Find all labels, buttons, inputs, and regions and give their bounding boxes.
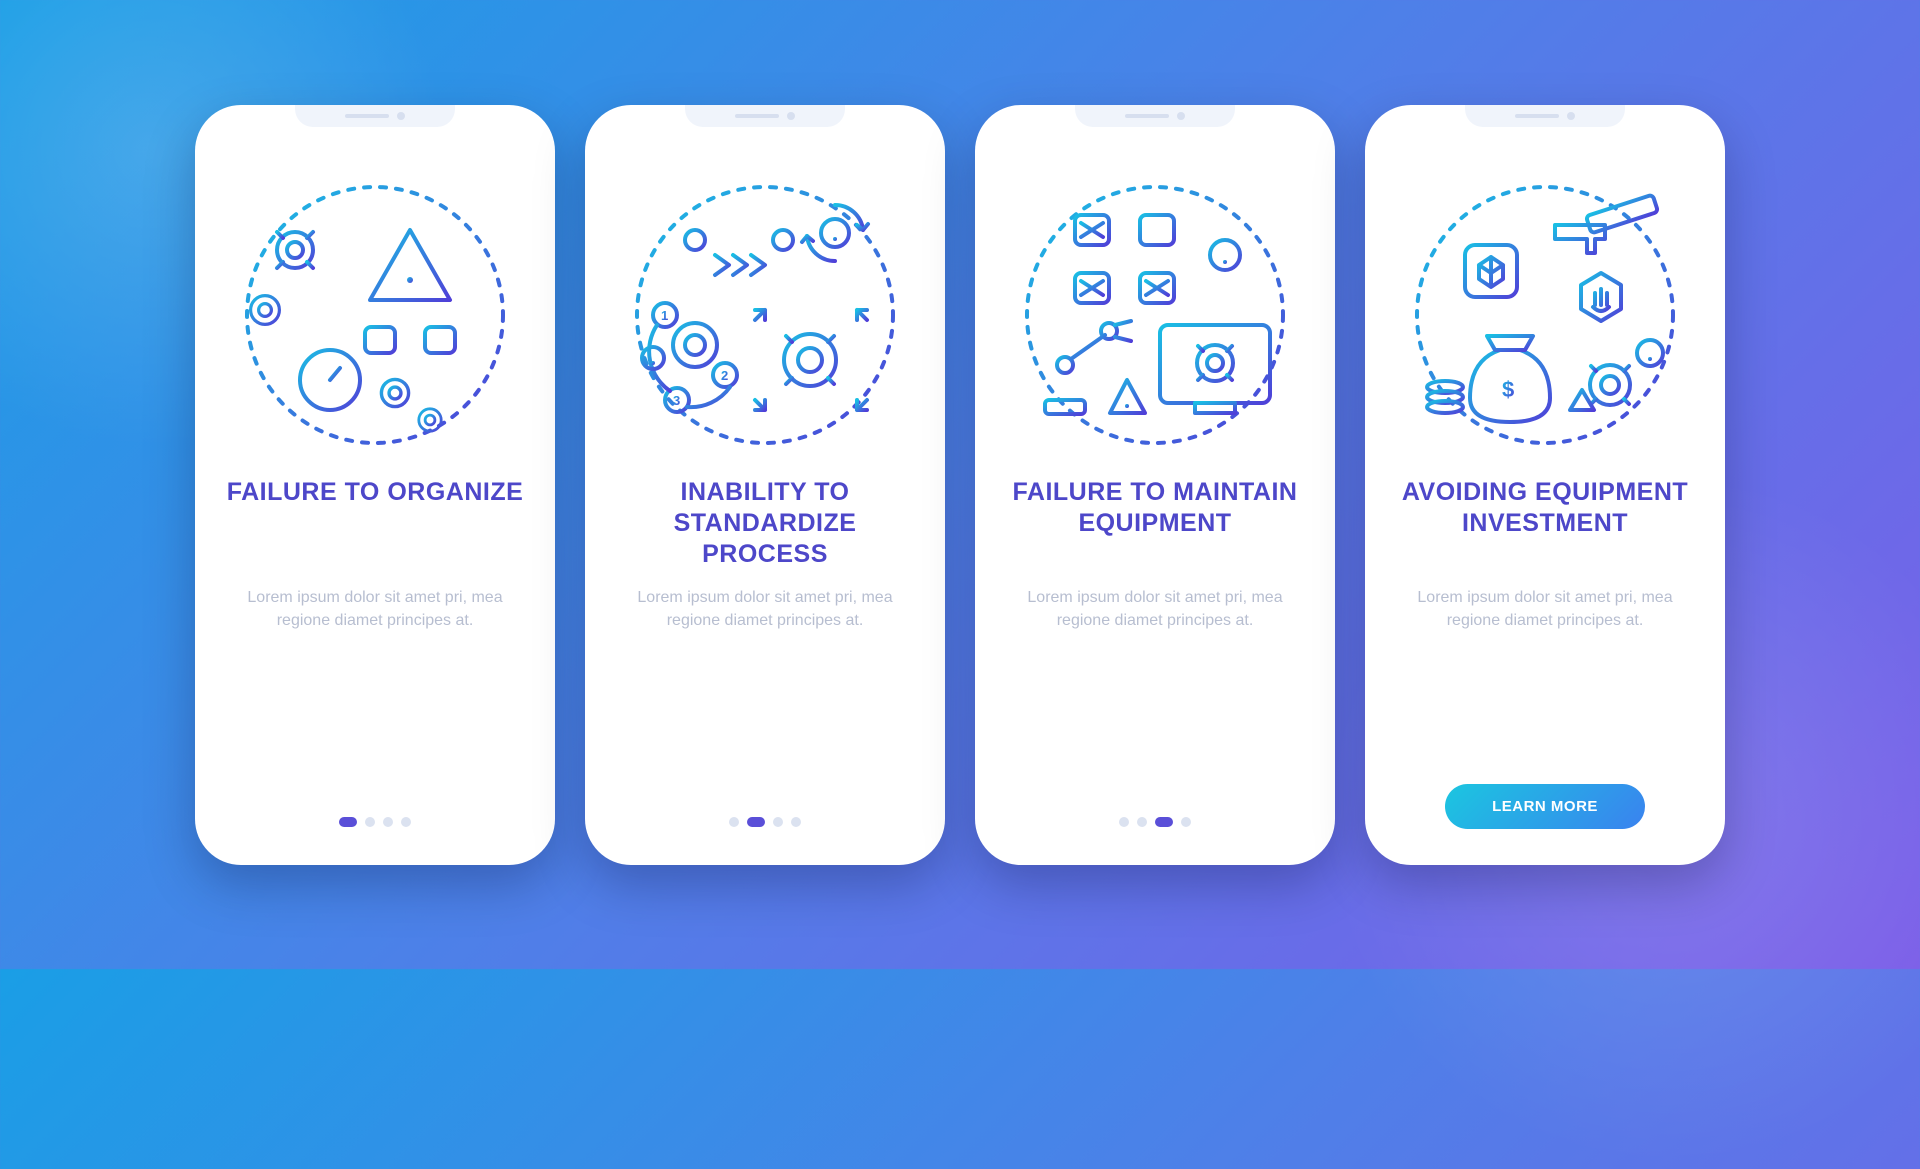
page-dot-1[interactable] — [729, 817, 739, 827]
svg-text:3: 3 — [673, 393, 680, 408]
screen-title: FAILURE TO ORGANIZE — [227, 477, 524, 572]
illustration-standardize-process: 1 2 3 — [625, 175, 905, 455]
screen-description: Lorem ipsum dolor sit amet pri, mea regi… — [1405, 586, 1685, 656]
svg-text:2: 2 — [721, 368, 728, 383]
page-dot-3[interactable] — [383, 817, 393, 827]
screen-title: FAILURE TO MAINTAIN EQUIPMENT — [1003, 477, 1307, 572]
onboarding-screen-3: FAILURE TO MAINTAIN EQUIPMENT Lorem ipsu… — [975, 105, 1335, 865]
svg-text:$: $ — [1502, 377, 1514, 402]
page-dots — [339, 817, 411, 835]
screen-description: Lorem ipsum dolor sit amet pri, mea regi… — [625, 586, 905, 656]
illustration-equipment-investment: $ — [1405, 175, 1685, 455]
phone-notch — [295, 105, 455, 127]
page-dot-4[interactable] — [791, 817, 801, 827]
page-dot-4[interactable] — [1181, 817, 1191, 827]
learn-more-button[interactable]: LEARN MORE — [1445, 784, 1645, 829]
page-dot-4[interactable] — [401, 817, 411, 827]
phone-notch — [685, 105, 845, 127]
onboarding-screen-1: FAILURE TO ORGANIZE Lorem ipsum dolor si… — [195, 105, 555, 865]
onboarding-screen-4: $ AVOIDING EQUIPMENT INVESTMENT Lorem ip… — [1365, 105, 1725, 865]
page-dot-2[interactable] — [747, 817, 765, 827]
page-dot-1[interactable] — [1119, 817, 1129, 827]
onboarding-screen-2: 1 2 3 INABILITY TO STANDARDIZE PROCESS L… — [585, 105, 945, 865]
phone-notch — [1465, 105, 1625, 127]
screen-title: INABILITY TO STANDARDIZE PROCESS — [613, 477, 917, 572]
page-dot-3[interactable] — [1155, 817, 1173, 827]
screen-description: Lorem ipsum dolor sit amet pri, mea regi… — [1015, 586, 1295, 656]
page-dot-1[interactable] — [339, 817, 357, 827]
page-dot-2[interactable] — [365, 817, 375, 827]
screen-title: AVOIDING EQUIPMENT INVESTMENT — [1393, 477, 1697, 572]
illustration-failure-organize — [235, 175, 515, 455]
page-dot-2[interactable] — [1137, 817, 1147, 827]
phone-notch — [1075, 105, 1235, 127]
screen-description: Lorem ipsum dolor sit amet pri, mea regi… — [235, 586, 515, 656]
page-dots — [1119, 817, 1191, 835]
svg-text:1: 1 — [661, 308, 668, 323]
page-dot-3[interactable] — [773, 817, 783, 827]
page-dots — [729, 817, 801, 835]
illustration-maintain-equipment — [1015, 175, 1295, 455]
